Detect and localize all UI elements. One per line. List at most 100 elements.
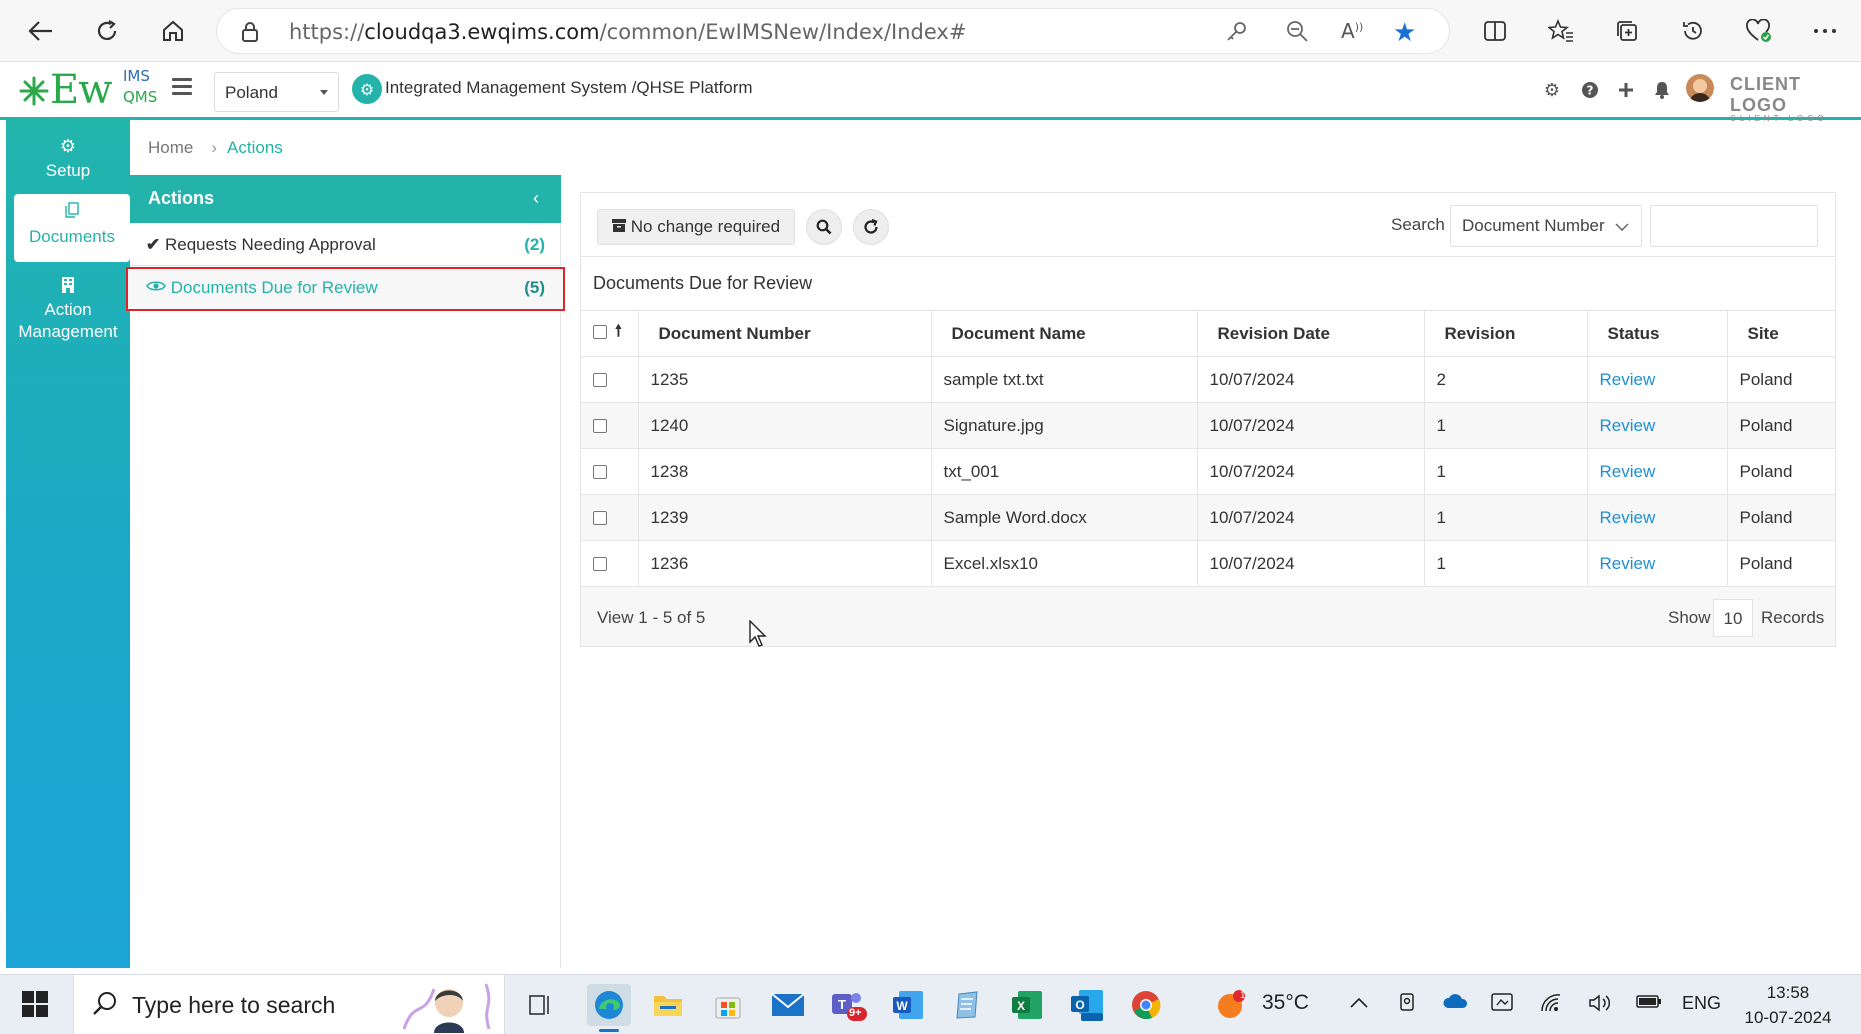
cell-revision: 1 <box>1424 540 1588 587</box>
teams-icon[interactable]: T 9+ <box>826 984 870 1026</box>
nav-item-action-management[interactable]: Action Management <box>6 268 130 358</box>
breadcrumb-current[interactable]: Actions <box>227 138 283 157</box>
search-button[interactable] <box>806 209 842 245</box>
taskbar-search[interactable]: Type here to search <box>73 975 505 1034</box>
review-link[interactable]: Review <box>1600 508 1656 527</box>
country-select[interactable]: Poland <box>214 72 339 112</box>
notification-bell-icon[interactable] <box>1650 78 1674 102</box>
search-label: Search <box>1391 215 1445 234</box>
chevron-up-icon[interactable] <box>1350 993 1368 1014</box>
nav-item-setup[interactable]: ⚙ Setup <box>6 128 130 194</box>
user-avatar[interactable] <box>1686 74 1714 102</box>
row-checkbox[interactable] <box>593 373 607 388</box>
mouse-cursor-icon <box>749 620 767 647</box>
row-checkbox[interactable] <box>593 419 607 434</box>
page-size-input[interactable]: 10 <box>1713 599 1753 637</box>
menu-toggle-icon[interactable] <box>172 78 192 100</box>
settings-gear-icon[interactable]: ⚙ <box>1540 78 1564 102</box>
table-row[interactable]: 1240 Signature.jpg 10/07/2024 1 Review P… <box>581 402 1835 449</box>
cell-revision: 1 <box>1424 494 1588 541</box>
onedrive-cloud-icon[interactable] <box>1442 993 1468 1014</box>
action-item-documents-due-for-review[interactable]: Documents Due for Review (5) <box>126 267 565 311</box>
key-icon[interactable] <box>1225 19 1249 47</box>
review-link[interactable]: Review <box>1600 416 1656 435</box>
search-highlight-illustration <box>402 983 491 1033</box>
address-bar[interactable]: https://cloudqa3.ewqims.com/common/EwIMS… <box>216 8 1450 54</box>
review-link[interactable]: Review <box>1600 370 1656 389</box>
favorites-list-icon[interactable] <box>1542 12 1580 50</box>
back-arrow-icon[interactable] <box>22 12 60 50</box>
caret-down-icon <box>320 90 328 95</box>
cell-revision-date: 10/07/2024 <box>1197 402 1425 449</box>
chrome-icon[interactable] <box>1124 984 1168 1026</box>
review-link[interactable]: Review <box>1600 462 1656 481</box>
collapse-chevron-icon[interactable]: ‹ <box>533 188 539 209</box>
refresh-icon[interactable] <box>88 12 126 50</box>
column-header-revision[interactable]: Revision <box>1424 310 1588 357</box>
zoom-out-icon[interactable] <box>1285 19 1309 47</box>
meet-now-icon[interactable] <box>1398 991 1418 1018</box>
nav-item-documents[interactable]: Documents <box>14 194 130 262</box>
cell-revision: 2 <box>1424 356 1588 403</box>
favorite-star-icon[interactable]: ★ <box>1393 18 1416 48</box>
word-icon[interactable]: W <box>886 984 930 1026</box>
chevron-right-icon: › <box>211 138 218 157</box>
edge-browser-icon[interactable] <box>587 984 631 1032</box>
wifi-icon[interactable] <box>1540 993 1562 1018</box>
search-field-select[interactable]: Document Number <box>1450 205 1642 247</box>
excel-icon[interactable]: X <box>1005 984 1049 1026</box>
file-explorer-icon[interactable] <box>646 984 690 1026</box>
weather-temperature[interactable]: 35°C <box>1262 991 1309 1015</box>
column-header-status[interactable]: Status <box>1587 310 1728 357</box>
search-input[interactable] <box>1650 205 1818 247</box>
screen-capture-icon[interactable] <box>1490 991 1514 1018</box>
cell-revision-date: 10/07/2024 <box>1197 448 1425 495</box>
cell-document-name: txt_001 <box>931 448 1198 495</box>
history-icon[interactable] <box>1674 12 1712 50</box>
browser-essentials-icon[interactable] <box>1740 12 1778 50</box>
table-row[interactable]: 1236 Excel.xlsx10 10/07/2024 1 Review Po… <box>581 540 1835 587</box>
notepad-icon[interactable] <box>946 984 990 1026</box>
app-logo[interactable]: Ew IMS QMS <box>18 67 158 115</box>
battery-icon[interactable] <box>1636 993 1662 1014</box>
svg-text:W: W <box>896 999 908 1013</box>
sort-arrow-icon[interactable]: 🠕 <box>615 323 622 340</box>
add-plus-icon[interactable] <box>1614 78 1638 102</box>
lock-icon[interactable] <box>241 21 259 47</box>
row-checkbox[interactable] <box>593 557 607 572</box>
microsoft-store-icon[interactable] <box>706 984 750 1026</box>
column-header-site[interactable]: Site <box>1727 310 1835 357</box>
column-header-document-number[interactable]: Document Number <box>638 310 932 357</box>
archive-icon <box>612 217 631 236</box>
cell-document-number: 1236 <box>638 540 932 587</box>
help-icon[interactable]: ? <box>1578 78 1602 102</box>
system-clock[interactable]: 13:58 10-07-2024 <box>1728 980 1848 1030</box>
table-row[interactable]: 1235 sample txt.txt 10/07/2024 2 Review … <box>581 356 1835 403</box>
more-options-icon[interactable] <box>1806 12 1844 50</box>
read-aloud-icon[interactable]: A)) <box>1341 19 1363 43</box>
column-header-revision-date[interactable]: Revision Date <box>1197 310 1425 357</box>
refresh-button[interactable] <box>853 209 889 245</box>
row-checkbox[interactable] <box>593 511 607 526</box>
input-language[interactable]: ENG <box>1682 993 1721 1014</box>
outlook-new-icon[interactable]: O <box>1065 984 1109 1026</box>
windows-start-icon[interactable] <box>22 991 48 1017</box>
task-view-icon[interactable] <box>518 984 562 1026</box>
mail-icon[interactable] <box>766 984 810 1026</box>
table-row[interactable]: 1238 txt_001 10/07/2024 1 Review Poland <box>581 448 1835 495</box>
row-checkbox[interactable] <box>593 465 607 480</box>
action-item-requests-needing-approval[interactable]: ✔ Requests Needing Approval (2) <box>130 224 561 266</box>
no-change-required-button[interactable]: No change required <box>597 209 796 245</box>
split-screen-icon[interactable] <box>1476 12 1514 50</box>
select-all-checkbox[interactable] <box>593 324 607 339</box>
table-row[interactable]: 1239 Sample Word.docx 10/07/2024 1 Revie… <box>581 494 1835 541</box>
breadcrumb-home[interactable]: Home <box>148 138 193 157</box>
cell-site: Poland <box>1727 448 1835 495</box>
collections-icon[interactable] <box>1608 12 1646 50</box>
volume-icon[interactable] <box>1588 993 1612 1018</box>
weather-sun-icon[interactable]: 1 <box>1212 984 1248 1026</box>
column-header-document-name[interactable]: Document Name <box>931 310 1198 357</box>
cell-site: Poland <box>1727 356 1835 403</box>
review-link[interactable]: Review <box>1600 554 1656 573</box>
home-icon[interactable] <box>154 12 192 50</box>
